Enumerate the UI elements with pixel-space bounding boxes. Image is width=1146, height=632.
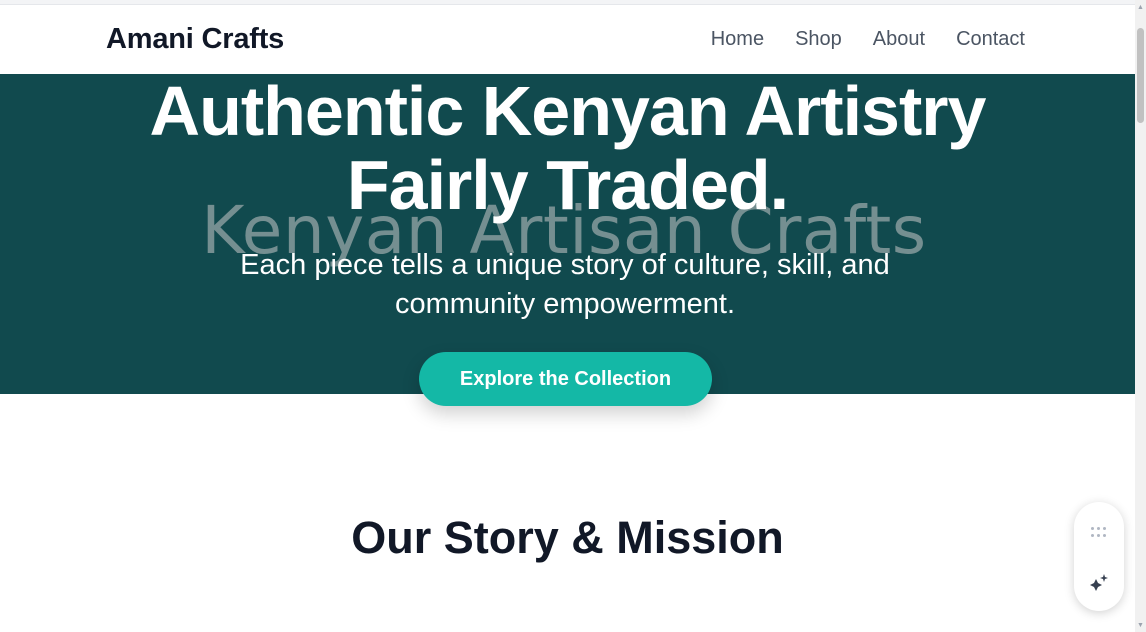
main-nav: Home Shop About Contact — [711, 28, 1025, 51]
scroll-up-arrow-icon[interactable]: ▲ — [1137, 4, 1144, 11]
explore-collection-button[interactable]: Explore the Collection — [419, 352, 712, 406]
hero-title-line-2: Fairly Traded. — [346, 146, 789, 224]
nav-link-home[interactable]: Home — [711, 28, 764, 51]
sparkle-icon[interactable] — [1088, 572, 1110, 594]
hero-subtitle: Each piece tells a unique story of cultu… — [240, 249, 890, 320]
nav-link-shop[interactable]: Shop — [795, 28, 842, 51]
hero-title-line-1: Authentic Kenyan Artistry — [149, 72, 987, 150]
site-header: Amani Crafts Home Shop About Contact — [0, 5, 1135, 74]
page-scrollbar[interactable]: ▲ ▼ — [1135, 0, 1146, 632]
story-section-title: Our Story & Mission — [351, 512, 784, 563]
hero-title: Authentic Kenyan Artistry Fairly Traded. — [0, 74, 1135, 222]
brand-logo[interactable]: Amani Crafts — [106, 23, 284, 56]
nav-link-contact[interactable]: Contact — [956, 28, 1025, 51]
hero-section: Kenyan Artisan Crafts Authentic Kenyan A… — [0, 74, 1135, 394]
scroll-down-arrow-icon[interactable]: ▼ — [1137, 622, 1144, 629]
drag-handle-icon[interactable] — [1091, 527, 1107, 539]
nav-link-about[interactable]: About — [873, 28, 925, 51]
scrollbar-thumb[interactable] — [1137, 28, 1144, 123]
floating-widget — [1074, 502, 1124, 611]
